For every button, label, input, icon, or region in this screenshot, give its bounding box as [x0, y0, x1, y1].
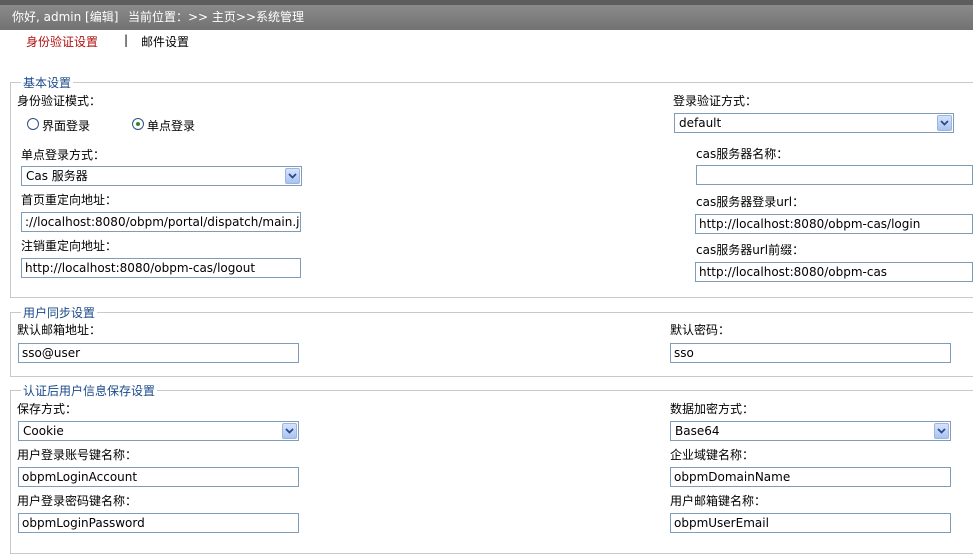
account-key-input[interactable]: obpmLoginAccount	[18, 467, 299, 487]
user-sync-group: 用户同步设置	[10, 304, 973, 377]
tab-separator: |	[124, 33, 129, 47]
logout-redirect-input[interactable]: http://localhost:8080/obpm-cas/logout	[21, 258, 301, 278]
tab-mail-settings[interactable]: 邮件设置	[141, 33, 189, 50]
cas-login-url-input[interactable]: http://localhost:8080/obpm-cas/login	[695, 214, 973, 234]
save-method-select[interactable]: Cookie	[18, 421, 299, 441]
top-bar: 你好, admin [编辑] 当前位置：>> 主页>>系统管理	[0, 0, 973, 30]
radio-ui-login-label[interactable]: 界面登录	[42, 117, 90, 134]
breadcrumb: 当前位置：>> 主页>>系统管理	[128, 10, 305, 24]
password-key-input[interactable]: obpmLoginPassword	[18, 513, 299, 533]
cas-login-url-label: cas服务器登录url：	[696, 195, 805, 209]
tab-bar: 身份验证设置 | 邮件设置	[0, 30, 973, 52]
save-method-label: 保存方式：	[17, 402, 78, 416]
email-key-label: 用户邮箱键名称：	[670, 494, 767, 508]
cas-name-label: cas服务器名称：	[696, 147, 789, 161]
login-verify-label: 登录验证方式：	[673, 94, 758, 108]
chevron-down-icon[interactable]	[285, 168, 300, 184]
login-verify-select[interactable]: default	[674, 113, 954, 133]
user-info-save-legend: 认证后用户信息保存设置	[23, 384, 156, 398]
default-email-label: 默认邮箱地址：	[17, 323, 102, 337]
sso-method-label: 单点登录方式：	[21, 148, 106, 162]
default-email-input[interactable]: sso@user	[18, 343, 299, 363]
cas-name-input[interactable]	[696, 165, 973, 185]
default-password-input[interactable]: sso	[670, 343, 951, 363]
domain-key-label: 企业域键名称：	[670, 448, 755, 462]
tab-auth-settings[interactable]: 身份验证设置	[26, 33, 98, 50]
chevron-down-icon[interactable]	[282, 423, 297, 439]
auth-mode-label: 身份验证模式：	[17, 94, 102, 108]
password-key-label: 用户登录密码键名称：	[17, 494, 138, 508]
encrypt-method-select[interactable]: Base64	[670, 421, 951, 441]
radio-selected-dot	[136, 122, 140, 126]
account-key-label: 用户登录账号键名称：	[17, 448, 138, 462]
radio-sso-login-label[interactable]: 单点登录	[147, 117, 195, 134]
chevron-down-icon[interactable]	[937, 115, 952, 131]
email-key-input[interactable]: obpmUserEmail	[670, 513, 951, 533]
chevron-down-icon[interactable]	[934, 423, 949, 439]
cas-url-prefix-input[interactable]: http://localhost:8080/obpm-cas	[695, 262, 973, 282]
logout-redirect-label: 注销重定向地址：	[21, 239, 118, 253]
domain-key-input[interactable]: obpmDomainName	[670, 467, 951, 487]
default-password-label: 默认密码：	[670, 323, 731, 337]
encrypt-method-label: 数据加密方式：	[670, 402, 755, 416]
home-redirect-label: 首页重定向地址：	[21, 193, 118, 207]
user-greeting[interactable]: 你好, admin [编辑]	[12, 5, 118, 30]
basic-settings-legend: 基本设置	[23, 76, 72, 90]
radio-icon[interactable]	[27, 118, 39, 130]
user-sync-legend: 用户同步设置	[23, 306, 96, 320]
sso-method-select[interactable]: Cas 服务器	[21, 166, 302, 186]
home-redirect-input[interactable]: ://localhost:8080/obpm/portal/dispatch/m…	[21, 212, 301, 232]
cas-url-prefix-label: cas服务器url前缀：	[696, 243, 805, 257]
radio-icon[interactable]	[132, 118, 144, 130]
